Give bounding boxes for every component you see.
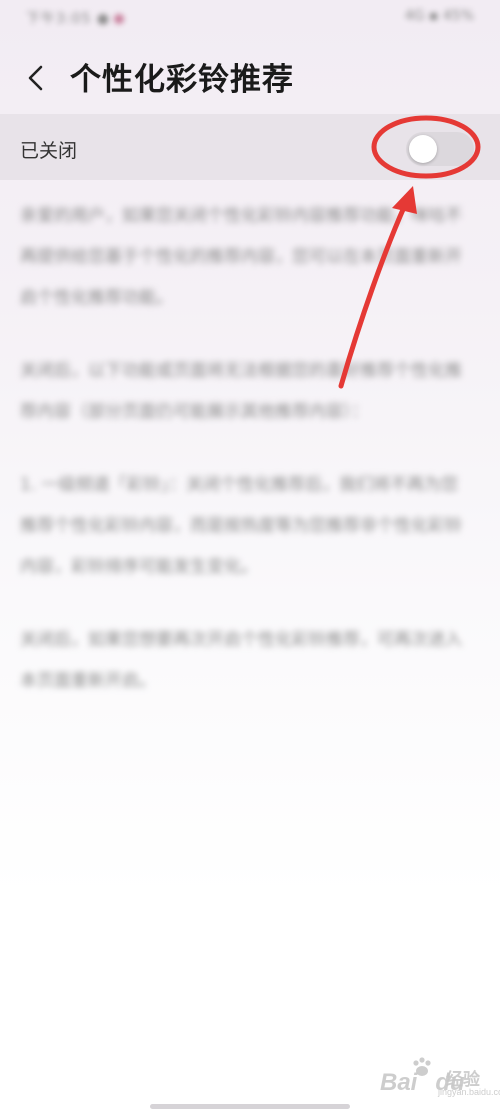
header: 个性化彩铃推荐 (0, 40, 500, 114)
description-paragraph: 亲爱的用户，如果您关闭个性化彩铃内容推荐功能，咪咕不再提供给您基于个性化的推荐内… (20, 206, 462, 308)
personalized-ringtone-toggle[interactable] (406, 132, 474, 166)
notification-dot-icon (114, 14, 125, 24)
status-indicators: 4G ▪ 45% (404, 8, 474, 24)
watermark-url: jingyan.baidu.com (438, 1087, 500, 1097)
description-paragraph: 关闭后，以下功能或页面将无法根据您的喜好推荐个性化推荐内容（部分页面仍可能展示其… (20, 361, 462, 422)
paw-icon (413, 1057, 431, 1076)
toggle-status-label: 已关闭 (20, 140, 78, 162)
toggle-knob (409, 135, 437, 163)
description-paragraph: 1. 一级频道「彩铃」：关闭个性化推荐后，我们将不再为您推荐个性化彩铃内容，而是… (20, 475, 462, 577)
status-bar: 下午3:05 ● 4G ▪ 45% (0, 0, 500, 40)
status-time: 下午3:05 ● (26, 8, 125, 28)
chevron-left-icon (28, 65, 43, 91)
page-title: 个性化彩铃推荐 (70, 62, 294, 98)
home-indicator[interactable] (150, 1104, 350, 1109)
baidu-jingyan-watermark: Baidu 经验 jingyan.baidu.com (380, 1055, 500, 1101)
description-paragraph: 关闭后，如果您想要再次开启个性化彩铃推荐，可再次进入本页面重新开启。 (20, 630, 462, 691)
back-button[interactable] (14, 56, 58, 100)
description-content: 亲爱的用户，如果您关闭个性化彩铃内容推荐功能，咪咕不再提供给您基于个性化的推荐内… (20, 196, 475, 734)
